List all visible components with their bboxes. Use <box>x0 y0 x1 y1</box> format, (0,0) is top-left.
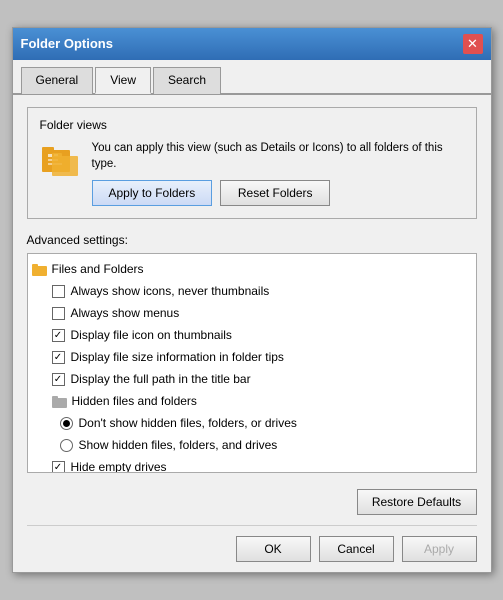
list-item[interactable]: Hide empty drives <box>28 456 476 473</box>
folder-views-right: You can apply this view (such as Details… <box>92 140 464 206</box>
checkbox-icon[interactable] <box>52 329 65 342</box>
category-label: Files and Folders <box>52 260 144 278</box>
bottom-area: Restore Defaults OK Cancel Apply <box>13 481 491 572</box>
list-item[interactable]: Display the full path in the title bar <box>28 368 476 390</box>
advanced-settings-label: Advanced settings: <box>27 233 477 247</box>
tabs-bar: General View Search <box>13 60 491 95</box>
setting-label: Always show menus <box>71 304 180 322</box>
dialog-buttons: OK Cancel Apply <box>27 525 477 562</box>
checkbox-icon[interactable] <box>52 373 65 386</box>
subcategory-folder-icon <box>52 394 68 408</box>
subcategory-label: Hidden files and folders <box>72 392 197 410</box>
tab-view[interactable]: View <box>95 67 151 94</box>
list-item[interactable]: Show hidden files, folders, and drives <box>28 434 476 456</box>
setting-label: Display the full path in the title bar <box>71 370 251 388</box>
list-item: Hidden files and folders <box>28 390 476 412</box>
apply-to-folders-button[interactable]: Apply to Folders <box>92 180 213 206</box>
list-item[interactable]: Don't show hidden files, folders, or dri… <box>28 412 476 434</box>
folder-options-window: Folder Options ✕ General View Search Fol… <box>12 27 492 573</box>
folder-buttons: Apply to Folders Reset Folders <box>92 180 464 206</box>
list-item[interactable]: Display file icon on thumbnails <box>28 324 476 346</box>
tab-search[interactable]: Search <box>153 67 221 94</box>
setting-label: Display file icon on thumbnails <box>71 326 232 344</box>
settings-list[interactable]: Files and Folders Always show icons, nev… <box>27 253 477 473</box>
list-item[interactable]: Display file size information in folder … <box>28 346 476 368</box>
folder-views-title: Folder views <box>40 118 464 132</box>
setting-label: Display file size information in folder … <box>71 348 284 366</box>
restore-defaults-button[interactable]: Restore Defaults <box>357 489 477 515</box>
checkbox-icon[interactable] <box>52 285 65 298</box>
window-title: Folder Options <box>21 36 113 51</box>
ok-button[interactable]: OK <box>236 536 311 562</box>
title-bar: Folder Options ✕ <box>13 28 491 60</box>
folder-icon <box>40 140 80 178</box>
radio-icon[interactable] <box>60 439 73 452</box>
setting-label: Don't show hidden files, folders, or dri… <box>79 414 297 432</box>
tab-content-view: Folder views <box>13 95 491 481</box>
cancel-button[interactable]: Cancel <box>319 536 394 562</box>
list-item: Files and Folders <box>28 258 476 280</box>
checkbox-icon[interactable] <box>52 307 65 320</box>
apply-button[interactable]: Apply <box>402 536 477 562</box>
list-item[interactable]: Always show icons, never thumbnails <box>28 280 476 302</box>
restore-defaults-row: Restore Defaults <box>27 489 477 515</box>
radio-icon[interactable] <box>60 417 73 430</box>
setting-label: Hide empty drives <box>71 458 167 473</box>
checkbox-icon[interactable] <box>52 351 65 364</box>
checkbox-icon[interactable] <box>52 461 65 474</box>
tab-general[interactable]: General <box>21 67 94 94</box>
folder-views-inner: You can apply this view (such as Details… <box>40 140 464 206</box>
category-folder-icon <box>32 262 48 276</box>
setting-label: Always show icons, never thumbnails <box>71 282 270 300</box>
setting-label: Show hidden files, folders, and drives <box>79 436 278 454</box>
reset-folders-button[interactable]: Reset Folders <box>220 180 330 206</box>
folder-views-section: Folder views <box>27 107 477 219</box>
folder-views-description: You can apply this view (such as Details… <box>92 140 464 172</box>
close-button[interactable]: ✕ <box>463 34 483 54</box>
list-item[interactable]: Always show menus <box>28 302 476 324</box>
